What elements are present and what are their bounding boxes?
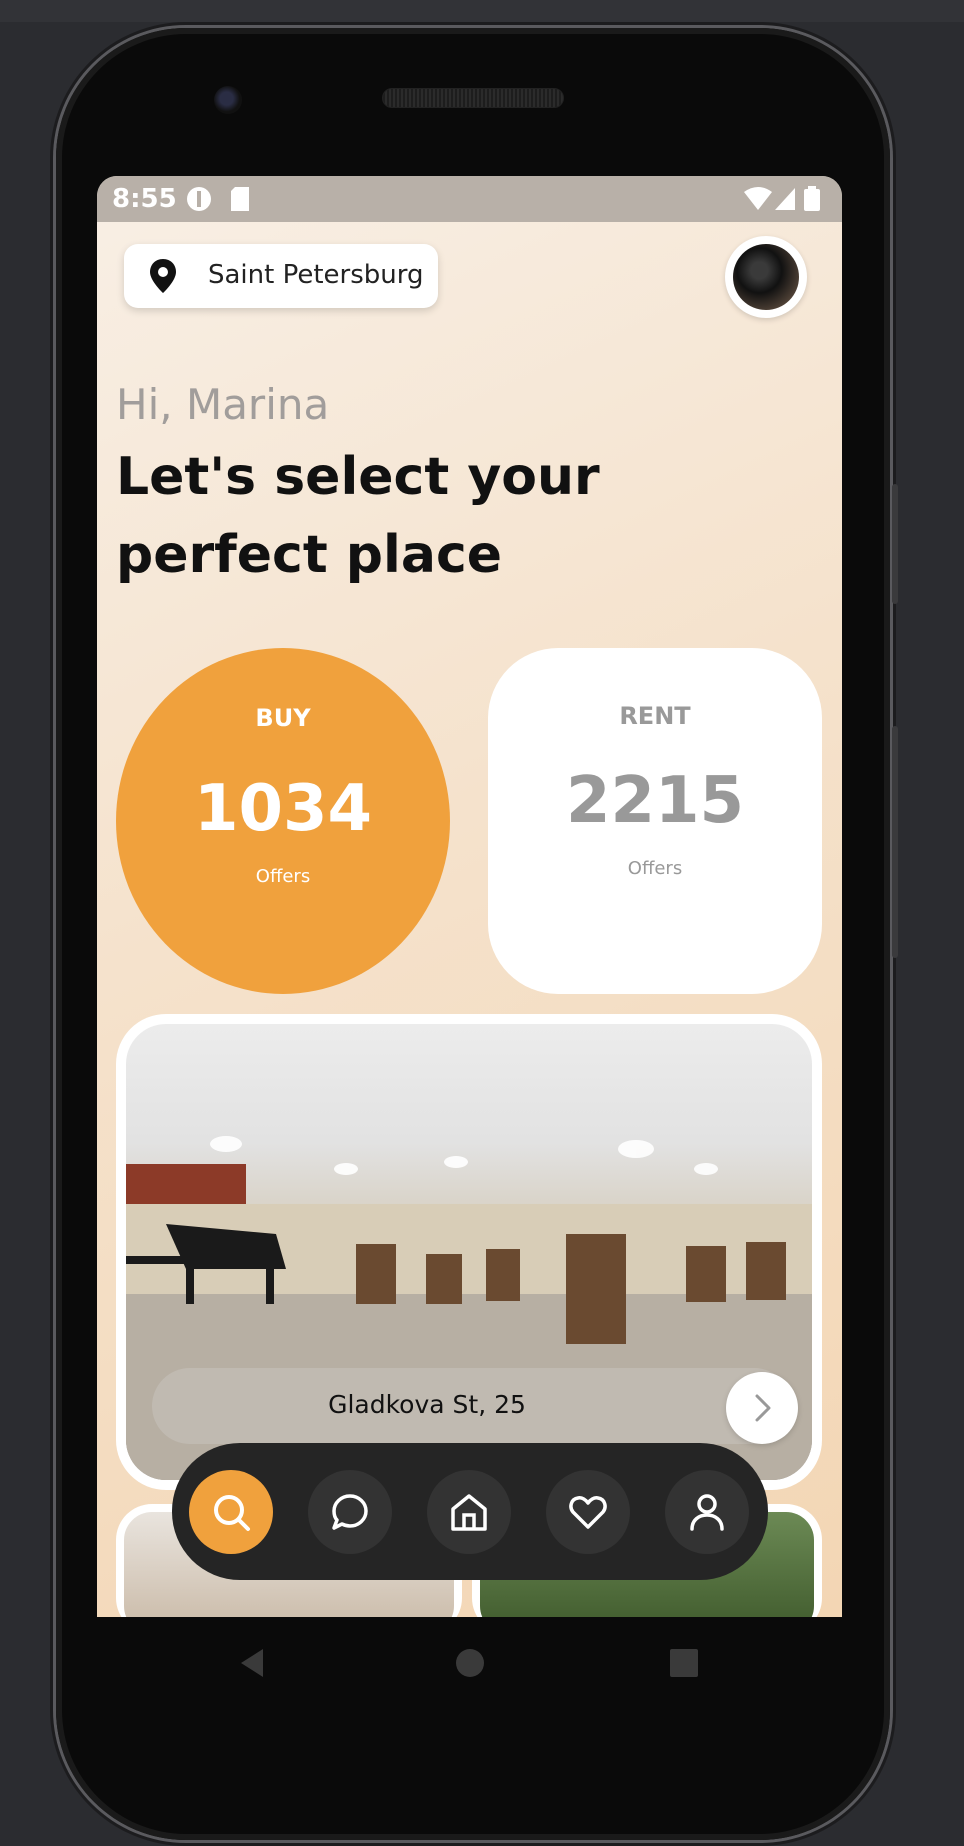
home-circle-icon[interactable] — [454, 1647, 486, 1679]
location-pin-icon — [150, 259, 176, 293]
data-saver-icon — [187, 187, 211, 211]
nav-profile-button[interactable] — [665, 1470, 749, 1554]
battery-icon — [804, 186, 820, 211]
listing-card[interactable]: Gladkova St, 25 — [116, 1014, 822, 1490]
rent-label: RENT — [619, 702, 691, 730]
buy-sub-label: Offers — [255, 866, 311, 887]
volume-button — [892, 484, 898, 604]
back-icon[interactable] — [237, 1647, 267, 1679]
listing-open-button[interactable] — [726, 1372, 798, 1444]
listing-address: Gladkova St, 25 — [328, 1390, 526, 1419]
earpiece-speaker — [382, 88, 564, 108]
bottom-nav — [172, 1443, 768, 1580]
signal-icon — [775, 188, 795, 210]
sd-card-icon — [231, 187, 249, 211]
recents-icon[interactable] — [669, 1648, 699, 1678]
location-selector[interactable]: Saint Petersburg — [124, 244, 438, 308]
avatar-image — [733, 244, 799, 310]
nav-favorites-button[interactable] — [546, 1470, 630, 1554]
android-nav-bar — [97, 1617, 842, 1707]
emulator-top-bar — [0, 0, 964, 22]
wifi-icon — [744, 187, 772, 210]
front-camera — [214, 86, 242, 114]
avatar[interactable] — [725, 236, 807, 318]
profile-icon — [690, 1494, 724, 1531]
listing-address-bar: Gladkova St, 25 — [152, 1368, 798, 1444]
rent-offers-card[interactable]: RENT 2215 Offers — [488, 648, 822, 994]
chevron-right-icon — [755, 1394, 771, 1422]
home-icon — [451, 1494, 487, 1531]
app-screen: 8:55 Saint Petersburg Hi, Marina Let's s… — [97, 176, 842, 1617]
location-label: Saint Petersburg — [208, 260, 424, 290]
buy-label: BUY — [255, 704, 311, 732]
power-button — [892, 726, 898, 958]
status-time: 8:55 — [112, 184, 177, 214]
chat-icon — [332, 1494, 368, 1530]
search-icon — [214, 1495, 250, 1531]
heart-icon — [569, 1496, 607, 1529]
rent-sub-label: Offers — [627, 858, 683, 879]
nav-search-button[interactable] — [189, 1470, 273, 1554]
buy-offers-card[interactable]: BUY 1034 Offers — [116, 648, 450, 994]
buy-count: 1034 — [193, 772, 373, 846]
nav-chat-button[interactable] — [308, 1470, 392, 1554]
rent-count: 2215 — [565, 764, 745, 838]
greeting-text: Hi, Marina — [116, 380, 330, 429]
page-title: Let's select your perfect place — [116, 447, 600, 585]
status-bar: 8:55 — [97, 176, 842, 222]
nav-home-button[interactable] — [427, 1470, 511, 1554]
listing-photo: Gladkova St, 25 — [126, 1024, 812, 1480]
